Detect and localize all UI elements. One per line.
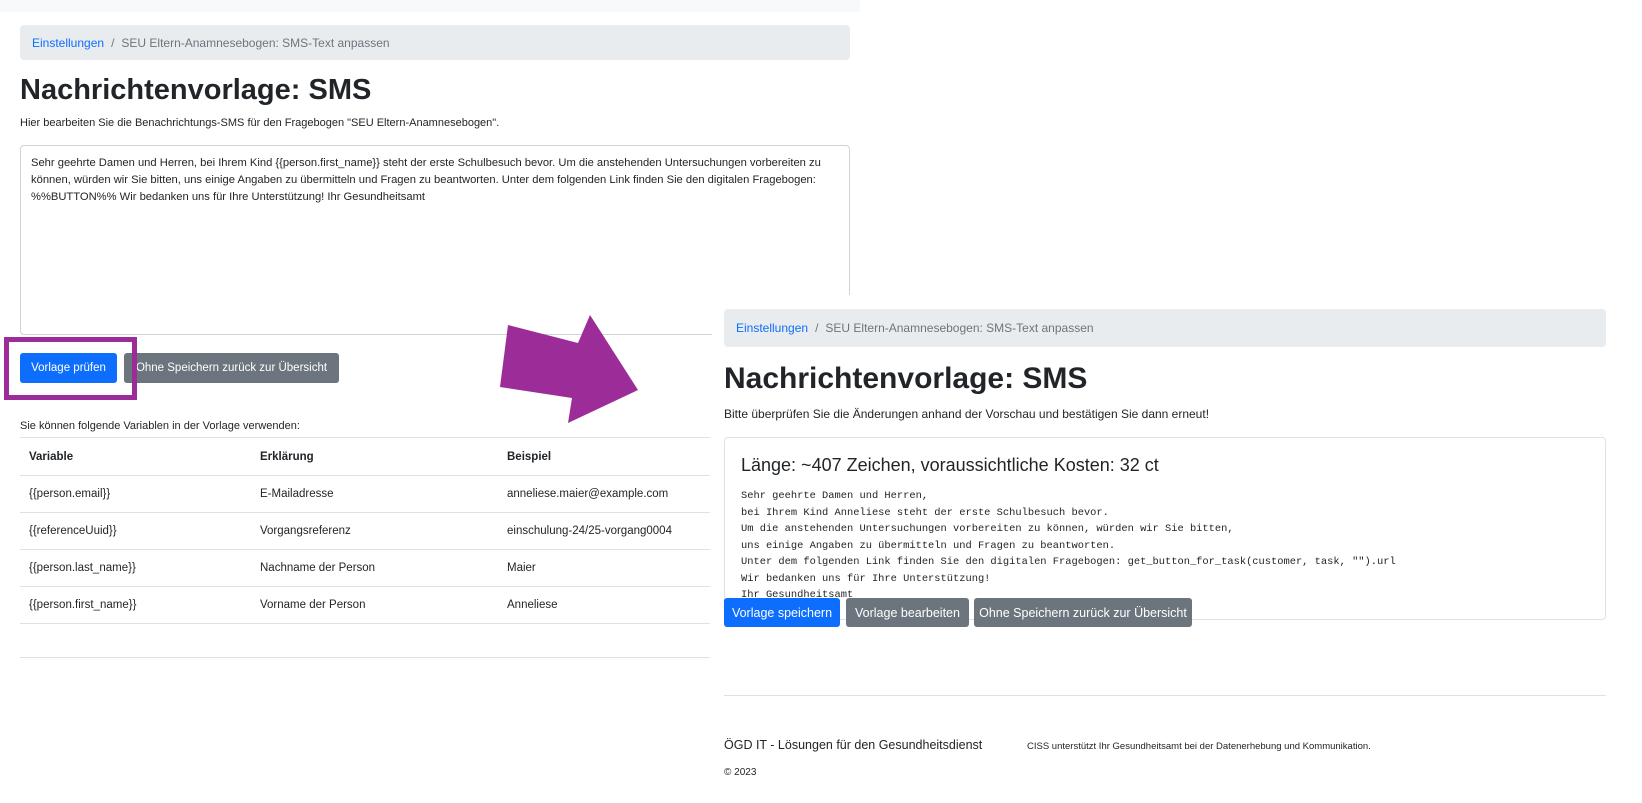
variable-cell: {{referenceUuid}} [20,512,251,550]
sms-preview-text: Sehr geehrte Damen und Herren, bei Ihrem… [741,488,1396,604]
explanation-cell: Vorname der Person [251,586,498,624]
preview-line: Wir bedanken uns für Ihre Unterstützung! [741,572,991,585]
breadcrumb: Einstellungen / SEU Eltern-Anamnesebogen… [724,309,1606,347]
header-variable: Variable [20,437,251,476]
preview-line: Sehr geehrte Damen und Herren, [741,490,929,502]
breadcrumb-separator: / [111,35,115,50]
variables-table: Variable Erklärung Beispiel {{person.ema… [20,437,710,624]
table-row: {{person.last_name}} Nachname der Person… [20,549,710,587]
save-template-button[interactable]: Vorlage speichern [724,598,840,627]
breadcrumb-link-settings[interactable]: Einstellungen [32,36,104,50]
footer-tagline: CISS unterstützt Ihr Gesundheitsamt bei … [1027,741,1371,752]
variable-cell: {{person.email}} [20,475,251,513]
breadcrumb-separator: / [815,321,819,335]
footer-divider [724,695,1606,696]
table-header-row: Variable Erklärung Beispiel [20,437,710,476]
page-title: Nachrichtenvorlage: SMS [20,74,372,106]
explanation-cell: Vorgangsreferenz [251,512,498,550]
table-row: {{referenceUuid}} Vorgangsreferenz einsc… [20,512,710,550]
table-row: {{person.first_name}} Vorname der Person… [20,586,710,624]
table-row: {{person.email}} E-Mailadresse anneliese… [20,475,710,513]
example-cell: Anneliese [498,586,710,624]
back-without-saving-button[interactable]: Ohne Speichern zurück zur Übersicht [974,598,1192,627]
page-subtitle: Hier bearbeiten Sie die Benachrichtungs-… [20,117,500,129]
footer-copyright: © 2023 [724,767,757,778]
header-example: Beispiel [498,437,710,476]
breadcrumb-current: SEU Eltern-Anamnesebogen: SMS-Text anpas… [121,35,390,50]
example-cell: Maier [498,549,710,587]
preview-line: uns einige Angaben zu übermitteln und Fr… [741,539,1116,552]
preview-template-screen: Einstellungen / SEU Eltern-Anamnesebogen… [712,295,1642,803]
sms-length-cost: Länge: ~407 Zeichen, voraussichtliche Ko… [741,455,1159,475]
example-cell: einschulung-24/25-vorgang0004 [498,512,710,550]
footer-brand: ÖGD IT - Lösungen für den Gesundheitsdie… [724,738,983,752]
example-cell: anneliese.maier@example.com [498,475,710,513]
explanation-cell: E-Mailadresse [251,475,498,513]
breadcrumb-current: SEU Eltern-Anamnesebogen: SMS-Text anpas… [825,321,1094,335]
preview-line: Unter dem folgenden Link finden Sie den … [741,556,1396,568]
edit-template-button[interactable]: Vorlage bearbeiten [846,598,969,627]
page-subtitle: Bitte überprüfen Sie die Änderungen anha… [724,407,1210,421]
breadcrumb-link-settings[interactable]: Einstellungen [736,321,808,335]
back-without-saving-button[interactable]: Ohne Speichern zurück zur Übersicht [124,353,339,383]
highlight-box [4,337,137,400]
footer-divider [20,657,710,658]
preview-line: Um die anstehenden Untersuchungen vorber… [741,523,1234,535]
top-strip [0,0,860,12]
variables-caption: Sie können folgende Variablen in der Vor… [20,420,300,432]
page-title: Nachrichtenvorlage: SMS [724,362,1088,395]
explanation-cell: Nachname der Person [251,549,498,587]
right-arrow-icon [500,315,638,423]
header-explanation: Erklärung [251,437,498,476]
sms-preview-card: Länge: ~407 Zeichen, voraussichtliche Ko… [724,437,1606,620]
variable-cell: {{person.last_name}} [20,549,251,587]
breadcrumb: Einstellungen / SEU Eltern-Anamnesebogen… [20,25,850,60]
variable-cell: {{person.first_name}} [20,586,251,624]
preview-line: bei Ihrem Kind Anneliese steht der erste… [741,506,1109,519]
